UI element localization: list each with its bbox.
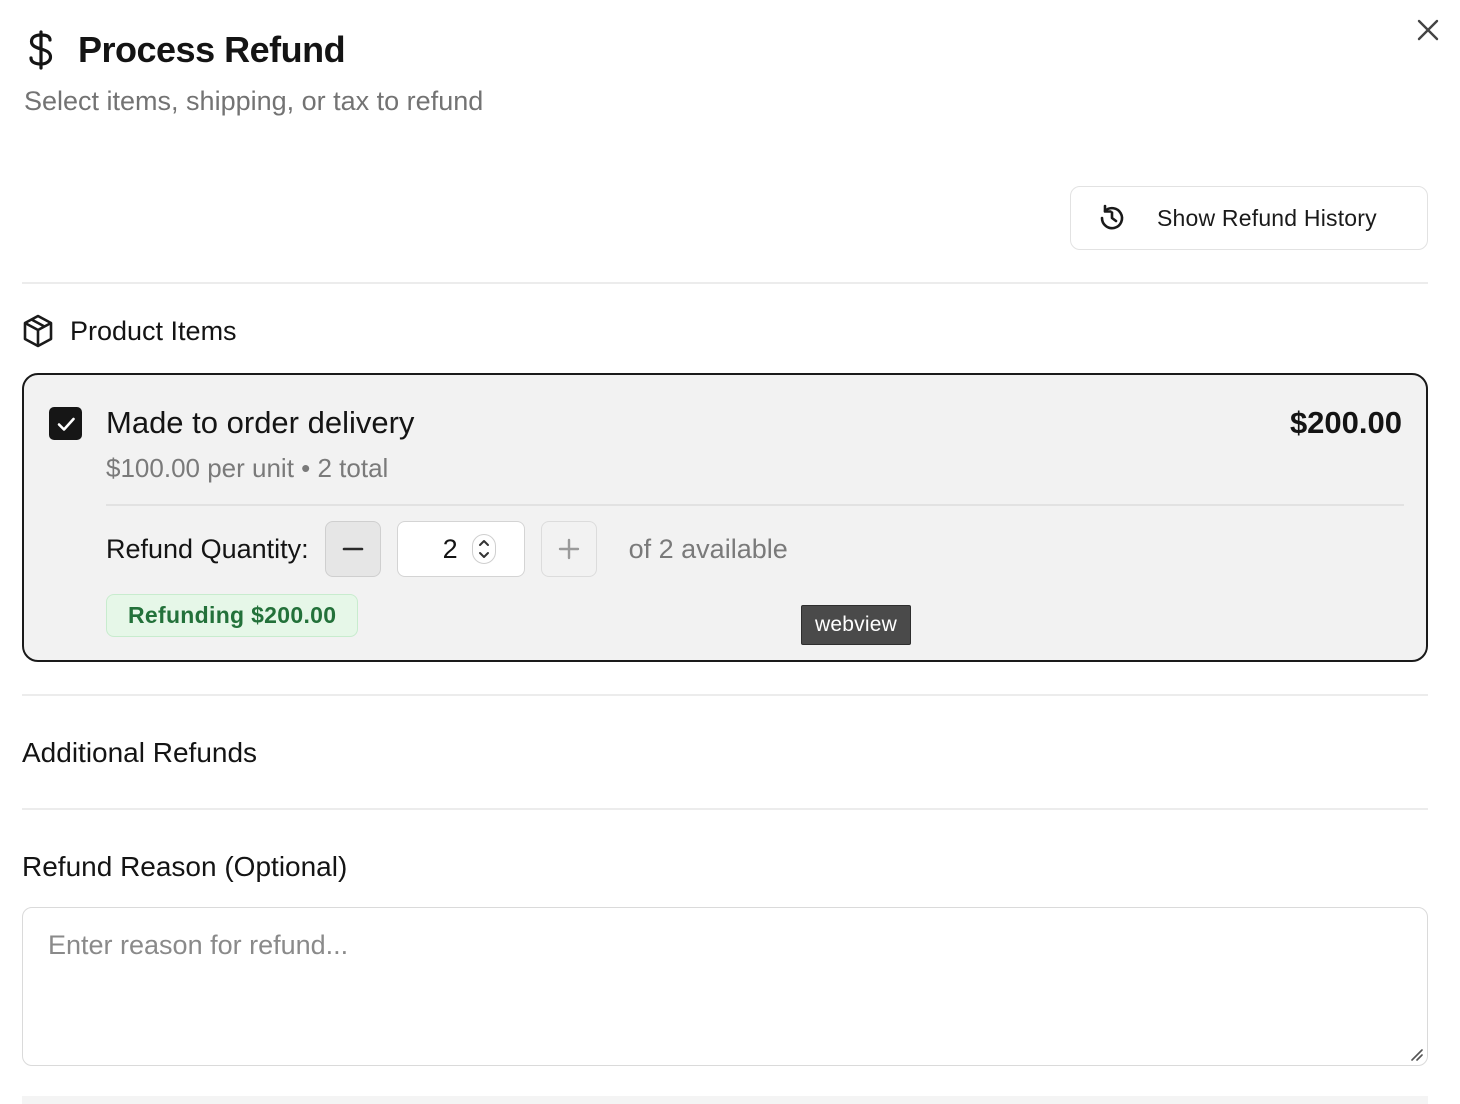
footer-edge: [22, 1096, 1428, 1104]
dialog-subtitle: Select items, shipping, or tax to refund: [24, 86, 484, 116]
spinner-arrows-icon: [478, 540, 489, 558]
minus-icon: [342, 547, 363, 551]
quantity-value: 2: [442, 533, 458, 564]
dialog-header: Process Refund Select items, shipping, o…: [24, 28, 483, 117]
resize-handle-icon[interactable]: [1409, 1047, 1423, 1061]
package-icon: [23, 314, 53, 348]
item-unit-price: $100.00 per unit • 2 total: [106, 453, 389, 483]
item-total-price: $200.00: [1289, 405, 1402, 440]
close-button[interactable]: [1412, 14, 1444, 46]
process-refund-dialog: Process Refund Select items, shipping, o…: [0, 0, 1460, 1104]
increase-quantity-button[interactable]: [540, 521, 597, 577]
section-divider: [22, 808, 1428, 810]
webview-tooltip: webview: [801, 605, 911, 645]
item-select-checkbox[interactable]: [49, 407, 82, 440]
available-quantity-text: of 2 available: [628, 533, 788, 564]
plus-icon: [558, 538, 579, 560]
product-items-title: Product Items: [70, 315, 237, 346]
refund-quantity-label: Refund Quantity:: [106, 533, 309, 564]
dialog-title: Process Refund: [78, 29, 346, 70]
dollar-sign-icon: [29, 30, 53, 70]
section-divider: [22, 694, 1428, 696]
product-items-heading: Product Items: [22, 314, 237, 348]
product-item-card: Made to order delivery $200.00 $100.00 p…: [22, 373, 1428, 662]
item-name: Made to order delivery: [106, 405, 415, 440]
section-divider: [22, 282, 1428, 284]
additional-refunds-title: Additional Refunds: [22, 737, 258, 768]
show-refund-history-button[interactable]: Show Refund History: [1070, 186, 1428, 250]
quantity-stepper[interactable]: 2: [396, 521, 525, 577]
close-icon: [1417, 19, 1439, 41]
check-icon: [57, 417, 75, 431]
refund-reason-field[interactable]: [22, 907, 1428, 1066]
history-icon: [1100, 204, 1124, 230]
show-refund-history-label: Show Refund History: [1157, 204, 1377, 231]
card-divider: [106, 504, 1404, 506]
refund-reason-textarea[interactable]: [23, 908, 1427, 1065]
refund-quantity-row: Refund Quantity: 2 of 2 available: [106, 521, 788, 577]
refunding-amount-badge: Refunding $200.00: [106, 594, 359, 637]
quantity-spinner[interactable]: [471, 534, 496, 564]
refund-reason-title: Refund Reason (Optional): [22, 851, 348, 882]
decrease-quantity-button[interactable]: [324, 521, 381, 577]
